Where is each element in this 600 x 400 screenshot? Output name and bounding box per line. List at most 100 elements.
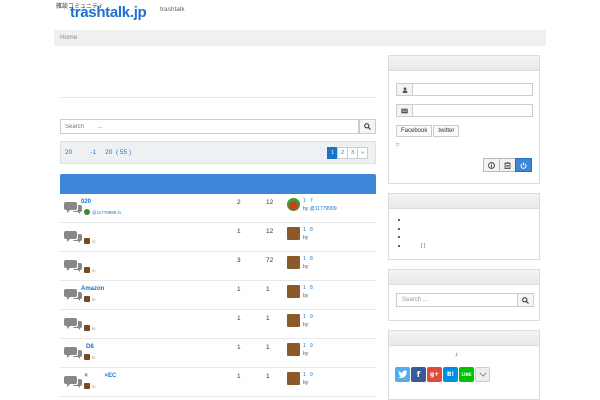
reply-count: 2 — [237, 199, 241, 206]
search-widget-header — [389, 270, 539, 285]
clipboard-icon — [504, 161, 511, 169]
forum-search-button[interactable] — [359, 119, 376, 134]
divider — [60, 97, 376, 98]
topic-title[interactable]: × ×EC — [81, 373, 116, 379]
topic-starter: in — [84, 325, 96, 331]
share-note: ♪ — [455, 352, 458, 358]
info-button[interactable] — [483, 158, 500, 172]
avatar[interactable] — [287, 372, 300, 385]
pagination-info: 20 -1 20 ( 55 ) — [65, 149, 132, 156]
last-post-by: by — [303, 322, 309, 328]
share-buttons: f g+ B! LINE — [395, 367, 491, 382]
nav-item-trashtalk[interactable]: trashtalk — [160, 6, 185, 13]
page-next[interactable]: » — [357, 147, 368, 159]
last-post-by: by — [303, 380, 309, 386]
search-icon — [364, 123, 371, 130]
sidebar-search-button[interactable] — [517, 293, 534, 307]
last-post-by: by @11779999 — [303, 206, 337, 212]
search-icon — [522, 296, 529, 304]
table-row: in 1 1 1 9 by — [60, 310, 376, 339]
list-item[interactable] — [398, 225, 425, 234]
view-count: 12 — [266, 199, 274, 206]
last-post-by: by — [303, 351, 309, 357]
login-actions — [483, 158, 532, 172]
last-post-link[interactable]: 1 9 — [303, 372, 313, 378]
avatar[interactable] — [287, 314, 300, 327]
googleplus-share-icon[interactable]: g+ — [427, 367, 442, 382]
last-post-link[interactable]: 1 9 — [303, 343, 313, 349]
table-row: Amazon in 1 1 1 8 by — [60, 281, 376, 310]
line-share-icon[interactable]: LINE — [459, 367, 474, 382]
reply-count: 1 — [237, 373, 241, 380]
sidebar-search-input[interactable]: Search ... — [396, 293, 518, 307]
view-count: 1 — [266, 344, 270, 351]
reply-count: 1 — [237, 315, 241, 322]
topic-starter: in — [84, 383, 96, 389]
table-row: × ×EC in 1 1 1 9 by — [60, 368, 376, 397]
last-post-link[interactable]: 1 9 — [303, 314, 313, 320]
remember-checkbox[interactable]: □ — [396, 142, 399, 148]
table-row: in 3 72 1 8 by — [60, 252, 376, 281]
reply-count: 1 — [237, 228, 241, 235]
view-count: 12 — [266, 228, 274, 235]
power-icon — [520, 162, 527, 169]
list-item[interactable] — [398, 233, 425, 242]
breadcrumb: Home — [54, 30, 546, 46]
username-input[interactable] — [412, 83, 533, 96]
topic-title[interactable]: Amazon — [81, 286, 104, 292]
pagination: 1 2 3 » — [327, 147, 368, 159]
avatar[interactable] — [287, 256, 300, 269]
twitter-login-button[interactable]: twitter — [433, 125, 460, 137]
password-field — [396, 104, 533, 117]
last-post-link[interactable]: 1 8 — [303, 256, 313, 262]
avatar[interactable] — [287, 285, 300, 298]
topic-title[interactable]: D8 — [81, 344, 94, 350]
chat-bubbles-icon — [64, 376, 82, 388]
last-post-link[interactable]: 1 7 — [303, 198, 313, 204]
topic-title[interactable]: 020 — [81, 199, 91, 205]
password-input[interactable] — [412, 104, 533, 117]
last-post-by: by — [303, 235, 309, 241]
avatar — [84, 296, 90, 302]
view-count: 1 — [266, 286, 270, 293]
list-item[interactable] — [398, 216, 425, 225]
login-widget: Facebook twitter □ — [388, 55, 540, 184]
logo-title: trashtalk.jp — [70, 4, 147, 21]
avatar[interactable] — [287, 198, 300, 211]
user-icon — [396, 83, 413, 96]
share-widget-header — [389, 331, 539, 346]
links-widget-header — [389, 194, 539, 209]
avatar[interactable] — [287, 343, 300, 356]
chat-bubbles-icon — [64, 202, 82, 214]
topic-starter: in — [84, 238, 96, 244]
sidebar-search-widget: Search ... — [388, 269, 540, 321]
forum-search — [60, 119, 376, 134]
view-count: 72 — [266, 257, 274, 264]
chat-bubbles-icon — [64, 260, 82, 272]
pagination-bar: 20 -1 20 ( 55 ) 1 2 3 » — [60, 141, 376, 164]
topic-starter: @11779999 in — [84, 209, 121, 215]
table-row: D8 in 1 1 1 9 by — [60, 339, 376, 368]
hatena-share-icon[interactable]: B! — [443, 367, 458, 382]
avatar[interactable] — [287, 227, 300, 240]
twitter-share-icon[interactable] — [395, 367, 410, 382]
topics-table-header — [60, 174, 376, 194]
more-share-icon[interactable] — [475, 367, 490, 382]
avatar — [84, 238, 90, 244]
table-row: in 1 12 1 8 by — [60, 223, 376, 252]
login-button[interactable] — [515, 158, 532, 172]
last-post-by: by — [303, 293, 309, 299]
facebook-share-icon[interactable]: f — [411, 367, 426, 382]
facebook-login-button[interactable]: Facebook — [396, 125, 433, 137]
reply-count: 1 — [237, 344, 241, 351]
site-header: 雑談コミュニティ trashtalk.jp trashtalk — [56, 0, 546, 24]
list-item[interactable]: [ ] — [398, 242, 425, 251]
register-button[interactable] — [499, 158, 516, 172]
last-post-link[interactable]: 1 8 — [303, 227, 313, 233]
social-login: Facebook twitter — [396, 125, 460, 137]
breadcrumb-home[interactable]: Home — [60, 34, 77, 41]
topic-starter: in — [84, 354, 96, 360]
last-post-link[interactable]: 1 8 — [303, 285, 313, 291]
forum-search-input[interactable] — [60, 119, 359, 134]
info-icon — [488, 161, 495, 169]
